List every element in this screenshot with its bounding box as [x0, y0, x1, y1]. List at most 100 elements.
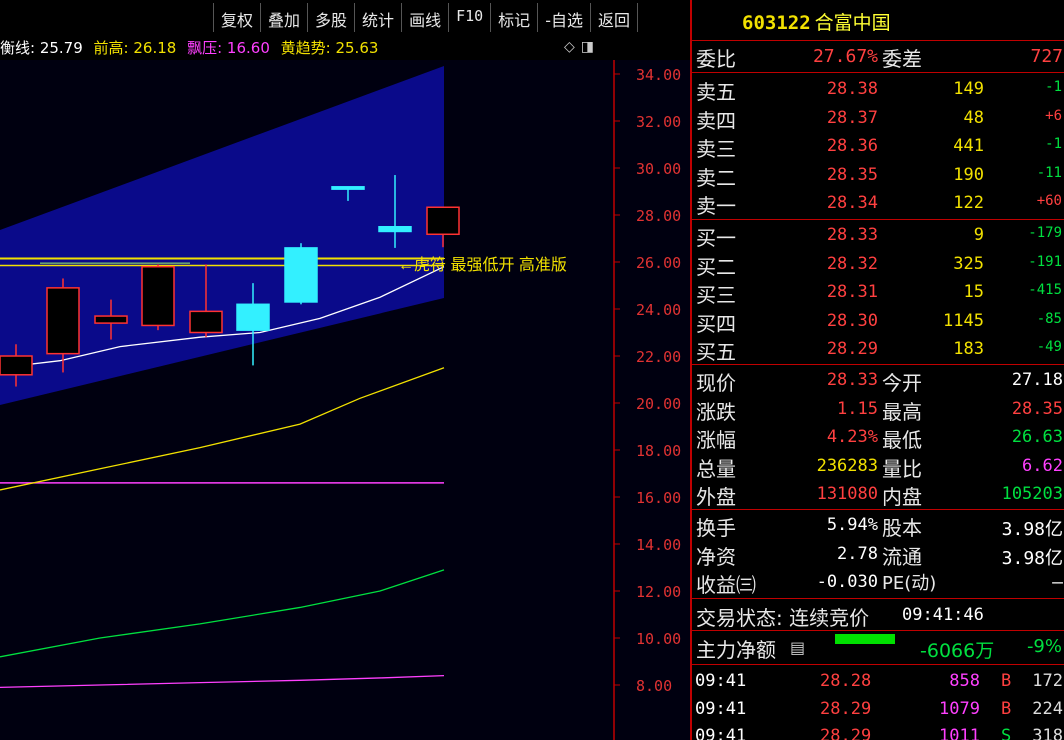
weicha-value: 727	[1030, 46, 1063, 67]
ask-volume: 190	[953, 164, 984, 185]
bid-change: -415	[1028, 282, 1062, 299]
quote-label-2: 量比	[882, 456, 922, 481]
overlay-button[interactable]: 叠加	[261, 3, 309, 32]
stock-name: 合富中国	[814, 12, 891, 34]
quote-value-2: 26.63	[1011, 427, 1063, 448]
remove-watchlist-button[interactable]: -自选	[538, 3, 591, 32]
candle-body	[426, 206, 460, 236]
candle-body	[236, 303, 270, 331]
axis-tick-label: 12.00	[636, 583, 681, 601]
weibi-row: 委比 27.67% 委差 727	[692, 43, 1064, 71]
stats-value: 2.78	[837, 543, 878, 564]
indicator-huangqushi: 黄趋势: 25.63	[280, 39, 379, 57]
quote-label-2: 最高	[882, 399, 922, 424]
quote-row: 总量 236283 量比 6.62	[692, 453, 1064, 481]
statistics-button[interactable]: 统计	[355, 3, 403, 32]
quote-label: 涨跌	[696, 399, 736, 424]
stats-label-2: 流通	[882, 544, 922, 569]
quote-row: 涨跌 1.15 最高 28.35	[692, 396, 1064, 424]
panel-toggle-icon[interactable]: ◨	[581, 39, 594, 55]
tick-price: 28.28	[820, 671, 872, 691]
ask-change: +60	[1036, 193, 1062, 210]
axis-tick-label: 26.00	[636, 254, 681, 272]
bid-change: -179	[1028, 225, 1062, 241]
bid-label: 买三	[696, 283, 736, 308]
candle-body	[189, 310, 223, 334]
mark-button[interactable]: 标记	[491, 3, 539, 32]
kline-chart[interactable]: 34.00 32.00 30.00 28.00 26.00 24.00 22.00 20.00…	[0, 60, 690, 740]
bid-row[interactable]: 买三 28.31 15 -415	[692, 279, 1064, 307]
back-button[interactable]: 返回	[591, 3, 638, 32]
stats-row: 收益㈢ -0.030 PE(动) —	[692, 569, 1064, 597]
candle-body	[0, 355, 33, 376]
bid-row[interactable]: 买四 28.30 1145 -85	[692, 308, 1064, 336]
draw-line-button[interactable]: 画线	[402, 3, 450, 32]
ask-row[interactable]: 卖一 28.34 122 +60	[692, 190, 1064, 218]
candle-body	[141, 265, 175, 327]
quote-label: 外盘	[696, 485, 736, 510]
tick-count: 318	[1032, 726, 1063, 740]
tick-price: 28.29	[820, 698, 872, 719]
bid-row[interactable]: 买二 28.32 325 -191	[692, 251, 1064, 279]
tick-row[interactable]: 09:41 28.29 1011 S 318	[692, 722, 1064, 740]
ask-price: 28.36	[826, 136, 878, 157]
stock-code: 603122	[742, 12, 811, 34]
ask-row[interactable]: 卖五 28.38 149 -1	[692, 76, 1064, 104]
bid-price: 28.33	[826, 225, 878, 245]
zhuli-pct: -9%	[1026, 636, 1062, 657]
trade-status-row: 交易状态: 连续竞价 09:41:46	[692, 602, 1064, 630]
zhuli-row[interactable]: 主力净额 ▤ -6066万 -9%	[692, 634, 1064, 662]
tick-row[interactable]: 09:41 28.29 1079 B 224	[692, 695, 1064, 723]
ask-price: 28.37	[826, 107, 878, 128]
f10-button[interactable]: F10	[449, 3, 492, 32]
axis-tick-label: 32.00	[636, 113, 681, 131]
tick-row[interactable]: 09:41 28.28 858 B 172	[692, 667, 1064, 695]
trade-time: 09:41:46	[902, 605, 984, 625]
bid-row[interactable]: 买五 28.29 183 -49	[692, 336, 1064, 364]
quote-label-2: 最低	[882, 428, 922, 453]
fuquan-button[interactable]: 复权	[214, 3, 262, 32]
bid-label: 买二	[696, 254, 736, 279]
ask-volume: 122	[953, 193, 984, 214]
bid-volume: 183	[953, 339, 984, 360]
bid-volume: 9	[973, 225, 984, 245]
bid-volume: 1145	[943, 310, 984, 331]
ask-label: 卖一	[696, 194, 736, 219]
stats-value: 5.94%	[826, 515, 878, 535]
tick-time: 09:41	[695, 726, 747, 740]
ask-row[interactable]: 卖四 28.37 48 +6	[692, 105, 1064, 133]
bid-label: 买四	[696, 311, 736, 336]
stats-row: 换手 5.94% 股本 3.98亿	[692, 512, 1064, 540]
stats-label: 净资	[696, 544, 736, 569]
ask-row[interactable]: 卖二 28.35 190 -11	[692, 162, 1064, 190]
quote-label-2: 今开	[882, 371, 922, 395]
tick-count: 224	[1032, 698, 1063, 719]
indicator-qiangao: 前高: 26.18	[93, 39, 177, 57]
ask-row[interactable]: 卖三 28.36 441 -1	[692, 133, 1064, 161]
stats-value-2: 3.98亿	[1001, 519, 1063, 540]
quote-value: 236283	[816, 455, 878, 476]
stats-value-2: —	[1052, 572, 1063, 594]
ask-price: 28.38	[826, 79, 878, 99]
bid-label: 买一	[696, 226, 736, 250]
chart-annotation: ←虎符 最强低开 高准版	[398, 256, 567, 274]
stats-value-2: 3.98亿	[1001, 547, 1063, 569]
tick-volume: 1079	[939, 698, 980, 719]
list-icon[interactable]: ▤	[790, 638, 805, 657]
bid-label: 买五	[696, 340, 736, 365]
diamond-icon[interactable]: ◇	[564, 39, 575, 55]
quote-value-2: 105203	[1001, 484, 1063, 505]
candle-body	[284, 247, 318, 303]
candle-body	[94, 315, 128, 324]
tick-volume: 858	[949, 671, 980, 691]
stats-label-2: PE(动)	[882, 573, 937, 595]
quote-panel: 603122 合富中国 委比 27.67% 委差 727 卖五 28.38 149 -1…	[690, 0, 1064, 740]
bid-row[interactable]: 买一 28.33 9 -179	[692, 222, 1064, 250]
multi-stock-button[interactable]: 多股	[308, 3, 356, 32]
zhuli-label: 主力净额	[696, 638, 776, 662]
tick-price: 28.29	[820, 726, 872, 740]
quote-value: 4.23%	[826, 427, 878, 448]
ask-volume: 149	[953, 79, 984, 99]
ask-price: 28.35	[826, 164, 878, 185]
axis-tick-label: 16.00	[636, 489, 681, 507]
